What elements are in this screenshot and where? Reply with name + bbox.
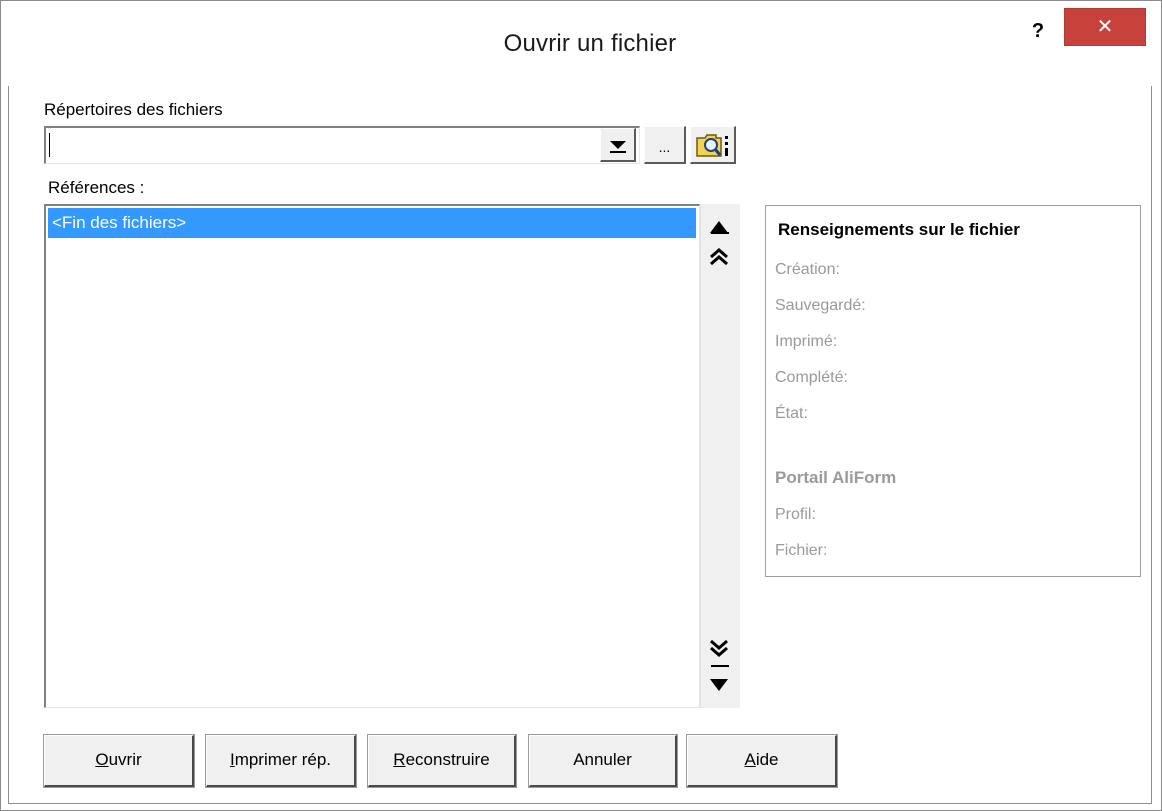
cancel-button-label: Annuler (573, 750, 632, 769)
portal-file-label: Fichier: (775, 542, 828, 559)
rebuild-button-label: econstruire (405, 750, 490, 769)
directory-combo-input[interactable] (44, 126, 640, 164)
close-icon: ✕ (1096, 16, 1114, 38)
references-label: Références : (48, 178, 145, 197)
completed-label: Complété: (775, 369, 848, 386)
folder-search-icon (696, 134, 728, 157)
profile-label: Profil: (775, 506, 816, 523)
directory-label: Répertoires des fichiers (44, 100, 223, 119)
dropdown-underline (610, 151, 626, 153)
text-caret (49, 133, 50, 157)
arrow-down-icon (710, 679, 728, 691)
open-button-accel: O (95, 750, 109, 769)
dialog-title: Ouvrir un fichier (503, 30, 677, 57)
file-info-panel: Renseignements sur le fichier Création: … (765, 205, 1141, 577)
list-item[interactable]: <Fin des fichiers> (48, 208, 696, 238)
portal-title: Portail AliForm (775, 468, 897, 487)
browse-button[interactable]: ... (644, 126, 686, 164)
scroll-up-button[interactable] (702, 212, 736, 242)
help-title-button[interactable]: ? (1018, 16, 1058, 46)
references-list[interactable]: <Fin des fichiers> (44, 204, 700, 708)
open-button[interactable]: Ouvrir (43, 734, 195, 788)
state-label: État: (775, 405, 808, 422)
help-button-accel: A (744, 750, 756, 769)
cancel-button[interactable]: Annuler (528, 734, 678, 788)
print-button-label: mprimer rép. (234, 750, 332, 769)
rebuild-button[interactable]: Reconstruire (367, 734, 517, 788)
help-button[interactable]: Aide (686, 734, 838, 788)
page-down-button[interactable] (702, 633, 736, 663)
help-button-label: ide (755, 750, 779, 769)
scroll-down-button[interactable] (702, 670, 736, 700)
page-up-button[interactable] (702, 242, 736, 272)
file-info-title: Renseignements sur le fichier (778, 220, 1020, 239)
arrow-down-overline (711, 665, 729, 667)
chevron-down-icon (610, 141, 626, 149)
folder-search-button[interactable] (690, 126, 736, 164)
open-button-label: uvrir (108, 750, 142, 769)
creation-label: Création: (775, 261, 840, 278)
arrow-up-underline (711, 232, 729, 234)
print-directory-button[interactable]: Imprimer rép. (205, 734, 357, 788)
double-chevron-up-icon (710, 248, 728, 266)
printed-label: Imprimé: (775, 333, 838, 350)
rebuild-button-accel: R (393, 750, 406, 769)
double-chevron-down-icon (710, 639, 728, 657)
saved-label: Sauvegardé: (775, 297, 866, 314)
directory-dropdown-button[interactable] (600, 128, 636, 162)
close-button[interactable]: ✕ (1064, 8, 1146, 46)
